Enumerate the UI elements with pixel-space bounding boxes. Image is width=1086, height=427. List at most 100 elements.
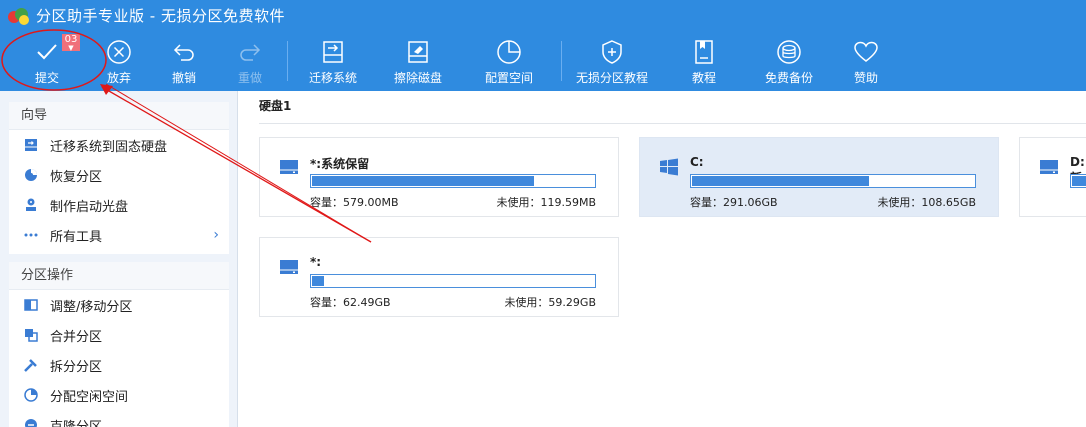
sidebar-item-label: 克隆分区 [50, 419, 103, 427]
free-backup-button[interactable]: 免费备份 [762, 31, 816, 91]
drive-arrow-icon [318, 37, 348, 67]
disk-divider [259, 123, 1086, 124]
undo-label: 撤销 [171, 71, 196, 85]
sidebar-item-label: 拆分分区 [50, 359, 103, 375]
sidebar-item-migrate-ssd[interactable]: 迁移系统到固态硬盘 [9, 130, 229, 160]
usage-fill [1072, 176, 1086, 186]
capacity-text: 容量：291.06GB [690, 196, 778, 209]
clone-icon [23, 417, 39, 427]
lossless-tutorial-button[interactable]: 无损分区教程 [575, 31, 649, 91]
merge-icon [23, 327, 39, 343]
donate-label: 赞助 [853, 71, 878, 85]
redo-icon [235, 37, 265, 67]
chevron-right-icon: › [213, 227, 219, 243]
drive-arrow-icon [23, 137, 39, 153]
partition-name: *:系统保留 [310, 157, 370, 171]
free-backup-label: 免费备份 [764, 71, 813, 85]
redo-label: 重做 [237, 71, 262, 85]
app-logo-icon [8, 7, 30, 25]
main-panel: 硬盘1 *:系统保留 容量：579.00MB 未使用：119.59MB C: 容… [239, 91, 1086, 427]
wipe-disk-label: 擦除磁盘 [393, 71, 442, 85]
sidebar-item-resize-move[interactable]: 调整/移动分区 [9, 290, 229, 320]
submit-label: 提交 [34, 71, 59, 85]
window-title: 分区助手专业版 - 无损分区免费软件 [36, 7, 285, 25]
capacity-text: 容量：62.49GB [310, 296, 391, 309]
allocate-space-button[interactable]: 配置空间 [482, 31, 536, 91]
usage-bar [1070, 174, 1086, 188]
partition-card-d[interactable]: D:新 [1019, 137, 1086, 217]
boot-disc-icon [23, 197, 39, 213]
donate-button[interactable]: 赞助 [846, 31, 886, 91]
allocate-space-label: 配置空间 [484, 71, 533, 85]
split-icon [23, 357, 39, 373]
circle-x-icon [104, 37, 134, 67]
usage-fill [312, 176, 535, 186]
pending-operations-badge: 03 ▼ [62, 34, 80, 52]
partition-ops-panel-title: 分区操作 [9, 262, 229, 290]
capacity-text: 容量：579.00MB [310, 196, 399, 209]
sidebar-item-label: 迁移系统到固态硬盘 [50, 139, 168, 155]
title-bar: 分区助手专业版 - 无损分区免费软件 [0, 0, 1086, 31]
sidebar-item-recover-partition[interactable]: 恢复分区 [9, 160, 229, 190]
sidebar-item-label: 分配空闲空间 [50, 389, 129, 405]
partition-card-unlabeled[interactable]: *: 容量：62.49GB 未使用：59.29GB [259, 237, 619, 317]
sidebar-item-label: 恢复分区 [50, 169, 103, 185]
recover-icon [23, 167, 39, 183]
sidebar-item-label: 合并分区 [50, 329, 103, 345]
usage-bar [690, 174, 976, 188]
sidebar-item-all-tools[interactable]: 所有工具 › [9, 220, 229, 250]
disk-label: 硬盘1 [259, 99, 292, 113]
partition-ops-panel: 分区操作 调整/移动分区 合并分区 拆分分区 分配空闲空间 克隆分区 [9, 262, 229, 427]
tutorial-label: 教程 [691, 71, 716, 85]
migrate-os-label: 迁移系统 [308, 71, 357, 85]
sidebar-item-allocate-free[interactable]: 分配空闲空间 [9, 380, 229, 410]
discard-label: 放弃 [106, 71, 131, 85]
toolbar-separator [561, 41, 562, 81]
discard-button[interactable]: 放弃 [99, 31, 139, 91]
partition-name: *: [310, 255, 322, 269]
wizard-panel: 向导 迁移系统到固态硬盘 恢复分区 制作启动光盘 所有工具 › [9, 102, 229, 254]
toolbar-separator [287, 41, 288, 81]
partition-card-c[interactable]: C: 容量：291.06GB 未使用：108.65GB [639, 137, 999, 217]
partition-card-system-reserved[interactable]: *:系统保留 容量：579.00MB 未使用：119.59MB [259, 137, 619, 217]
sidebar: 向导 迁移系统到固态硬盘 恢复分区 制作启动光盘 所有工具 › 分区操作 调整/… [0, 91, 238, 427]
pie-icon [494, 37, 524, 67]
toolbar: 提交 03 ▼ 放弃 撤销 重做 迁移系统 擦除磁盘 配置空间 无损分区教程 教… [0, 31, 1086, 91]
windows-icon [658, 156, 680, 178]
free-space-text: 未使用：59.29GB [504, 296, 596, 309]
sidebar-item-boot-disc[interactable]: 制作启动光盘 [9, 190, 229, 220]
drive-icon [278, 256, 300, 278]
book-icon [689, 37, 719, 67]
partition-name: C: [690, 155, 704, 169]
wipe-disk-button[interactable]: 擦除磁盘 [391, 31, 445, 91]
database-icon [774, 37, 804, 67]
undo-icon [169, 37, 199, 67]
sidebar-item-label: 调整/移动分区 [50, 299, 133, 315]
wizard-panel-title: 向导 [9, 102, 229, 130]
sidebar-item-split[interactable]: 拆分分区 [9, 350, 229, 380]
undo-button[interactable]: 撤销 [164, 31, 204, 91]
usage-bar [310, 174, 596, 188]
usage-bar [310, 274, 596, 288]
sidebar-item-label: 制作启动光盘 [50, 199, 129, 215]
drive-icon [278, 156, 300, 178]
sidebar-item-label: 所有工具 [50, 229, 103, 245]
free-space-text: 未使用：119.59MB [496, 196, 596, 209]
tutorial-button[interactable]: 教程 [684, 31, 724, 91]
sidebar-item-merge[interactable]: 合并分区 [9, 320, 229, 350]
eraser-icon [403, 37, 433, 67]
usage-fill [692, 176, 869, 186]
shield-plus-icon [597, 37, 627, 67]
lossless-tutorial-label: 无损分区教程 [575, 71, 648, 85]
sidebar-item-clone[interactable]: 克隆分区 [9, 410, 229, 427]
heart-icon [851, 37, 881, 67]
redo-button[interactable]: 重做 [230, 31, 270, 91]
migrate-os-button[interactable]: 迁移系统 [306, 31, 360, 91]
more-dots-icon [23, 227, 39, 243]
free-space-text: 未使用：108.65GB [877, 196, 976, 209]
checkmark-icon [32, 37, 62, 67]
drive-icon [1038, 156, 1060, 178]
resize-icon [23, 297, 39, 313]
usage-fill [312, 276, 325, 286]
pie-icon [23, 387, 39, 403]
